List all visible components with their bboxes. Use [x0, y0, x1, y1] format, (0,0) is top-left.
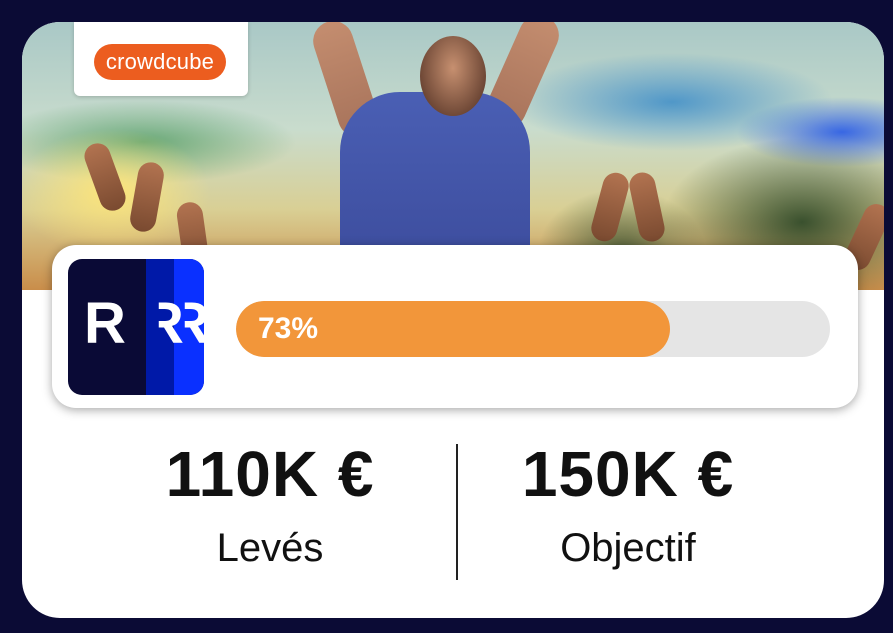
company-logo: R R R	[68, 259, 204, 395]
funding-progress-bar: 73%	[236, 301, 830, 357]
progress-percent: 73%	[258, 312, 319, 345]
crowd-hand-1	[80, 139, 130, 215]
raised-label: Levés	[216, 526, 324, 570]
logo-letter-r-1: R	[84, 291, 126, 356]
crowd-hand-2	[128, 160, 166, 234]
crowd-hand-4	[588, 169, 632, 245]
raised-amount: 110K €	[165, 438, 375, 510]
goal-label: Objectif	[560, 526, 696, 570]
person-head	[420, 36, 486, 116]
raised-stat: 110K € Levés	[80, 442, 460, 568]
goal-amount: 150K €	[521, 438, 735, 510]
crowd-hand-5	[627, 170, 667, 244]
crowdcube-logo: crowdcube	[94, 44, 226, 80]
goal-stat: 150K € Objectif	[438, 442, 818, 568]
progress-panel: R R R 73%	[52, 245, 858, 408]
campaign-card[interactable]: crowdcube R R R 73% 110K € Levés 150K € …	[22, 22, 884, 618]
brand-badge: crowdcube	[74, 22, 248, 96]
